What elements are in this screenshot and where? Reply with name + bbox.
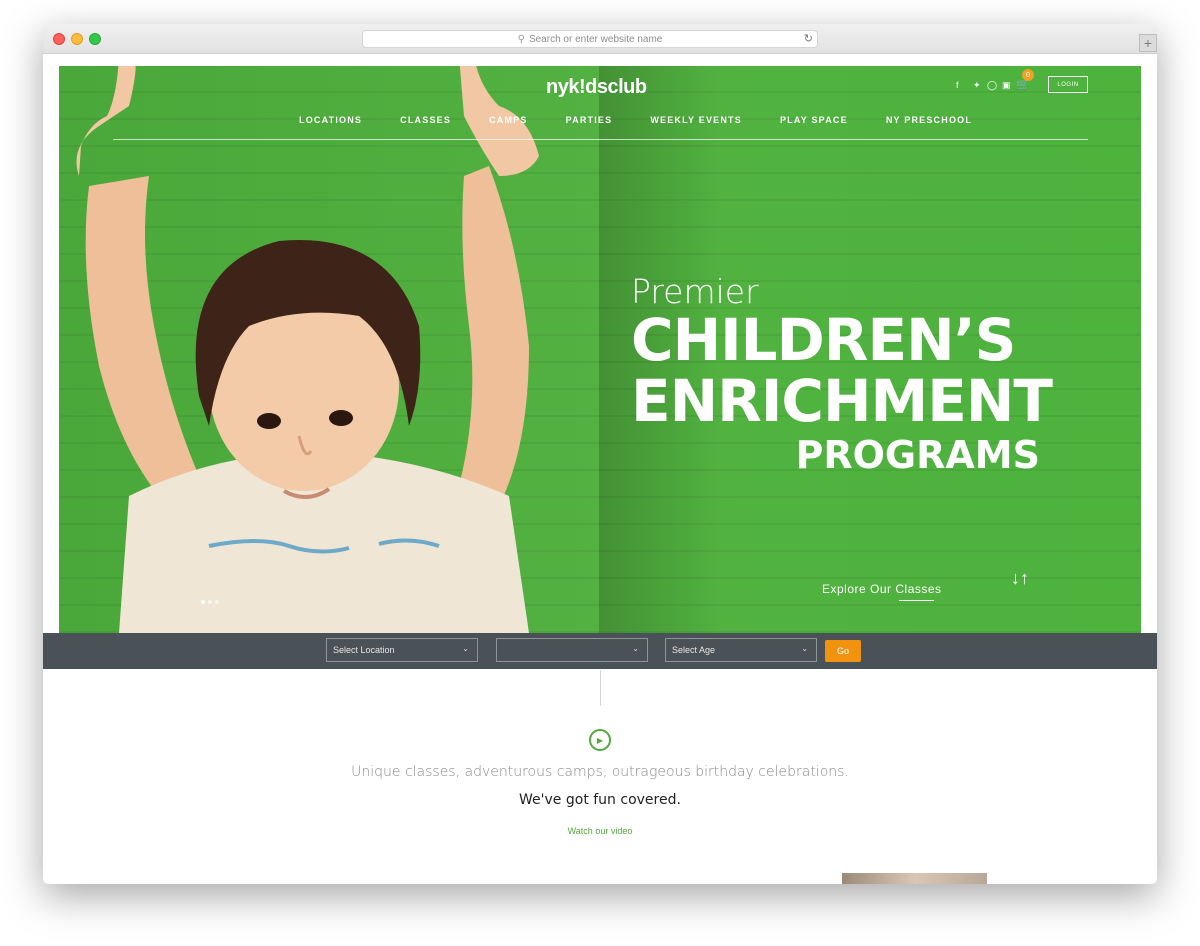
instagram-icon[interactable]: ◯ xyxy=(987,80,997,91)
scroll-arrows-icon[interactable]: ↓↑ xyxy=(1011,568,1029,589)
age-select[interactable]: Select Age ⌄ xyxy=(665,638,817,662)
slider-dot[interactable] xyxy=(208,600,212,604)
watch-video-link[interactable]: Watch our video xyxy=(43,826,1157,836)
chevron-down-icon: ⌄ xyxy=(462,644,469,653)
reload-icon[interactable]: ↻ xyxy=(804,32,813,45)
nav-item-ny-preschool[interactable]: NY PRESCHOOL xyxy=(886,115,972,125)
address-bar-placeholder: Search or enter website name xyxy=(528,33,663,45)
intro-headline: We've got fun covered. xyxy=(519,792,681,808)
category-select[interactable]: ⌄ xyxy=(496,638,648,662)
browser-window: ⚲ Search or enter website name ↻ + nyk!d… xyxy=(43,24,1157,884)
maximize-window-button[interactable] xyxy=(89,33,101,45)
login-button[interactable]: LOGIN xyxy=(1048,76,1088,93)
nav-item-classes[interactable]: CLASSES xyxy=(400,115,451,125)
headline-programs: PROGRAMS xyxy=(795,433,1040,477)
section-divider xyxy=(600,670,601,706)
minimize-window-button[interactable] xyxy=(71,33,83,45)
nav-divider xyxy=(113,139,1088,140)
facebook-icon[interactable]: f xyxy=(956,80,959,90)
play-video-icon[interactable]: ▶ xyxy=(589,729,611,751)
headline-premier: Premier xyxy=(631,272,759,311)
explore-underline xyxy=(899,600,934,601)
explore-classes-link[interactable]: Explore Our Classes xyxy=(822,582,942,596)
nav-item-parties[interactable]: PARTIES xyxy=(566,115,613,125)
cart-count-badge: 0 xyxy=(1022,69,1034,81)
hero-banner: nyk!dsclub f ✦ ◯ ▣ 🛒 0 LOGIN LOCATIONS C… xyxy=(59,66,1141,633)
chevron-down-icon: ⌄ xyxy=(801,644,808,653)
go-button[interactable]: Go xyxy=(825,640,861,662)
slider-dot[interactable] xyxy=(215,600,219,604)
hero-headline: Premier CHILDREN’S ENRICHMENT PROGRAMS xyxy=(631,272,1053,478)
headline-enrichment: ENRICHMENT xyxy=(631,367,1053,435)
intro-tagline: Unique classes, adventurous camps, outra… xyxy=(351,764,849,780)
browser-titlebar: ⚲ Search or enter website name ↻ + xyxy=(43,24,1157,54)
main-nav: LOCATIONS CLASSES CAMPS PARTIES WEEKLY E… xyxy=(299,115,1010,125)
slider-dots xyxy=(201,600,219,604)
nav-item-weekly-events[interactable]: WEEKLY EVENTS xyxy=(650,115,742,125)
location-select-value: Select Location xyxy=(333,645,395,655)
location-select[interactable]: Select Location ⌄ xyxy=(326,638,478,662)
site-logo[interactable]: nyk!dsclub xyxy=(546,76,647,99)
nav-item-play-space[interactable]: PLAY SPACE xyxy=(780,115,848,125)
new-tab-button[interactable]: + xyxy=(1139,34,1157,52)
child-photo xyxy=(76,66,539,633)
nav-item-camps[interactable]: CAMPS xyxy=(489,115,528,125)
class-filter-bar: Select Location ⌄ ⌄ Select Age ⌄ Go xyxy=(43,633,1157,669)
headline-childrens: CHILDREN’S xyxy=(631,306,1016,374)
age-select-value: Select Age xyxy=(672,645,716,655)
nav-item-locations[interactable]: LOCATIONS xyxy=(299,115,362,125)
slider-dot[interactable] xyxy=(201,600,205,604)
linkedin-icon[interactable]: ▣ xyxy=(1002,80,1011,91)
chevron-down-icon: ⌄ xyxy=(632,644,639,653)
thumbnail-image xyxy=(842,873,987,884)
twitter-icon[interactable]: ✦ xyxy=(973,80,981,91)
search-icon: ⚲ xyxy=(517,33,525,45)
close-window-button[interactable] xyxy=(53,33,65,45)
address-bar[interactable]: ⚲ Search or enter website name ↻ xyxy=(362,30,818,48)
